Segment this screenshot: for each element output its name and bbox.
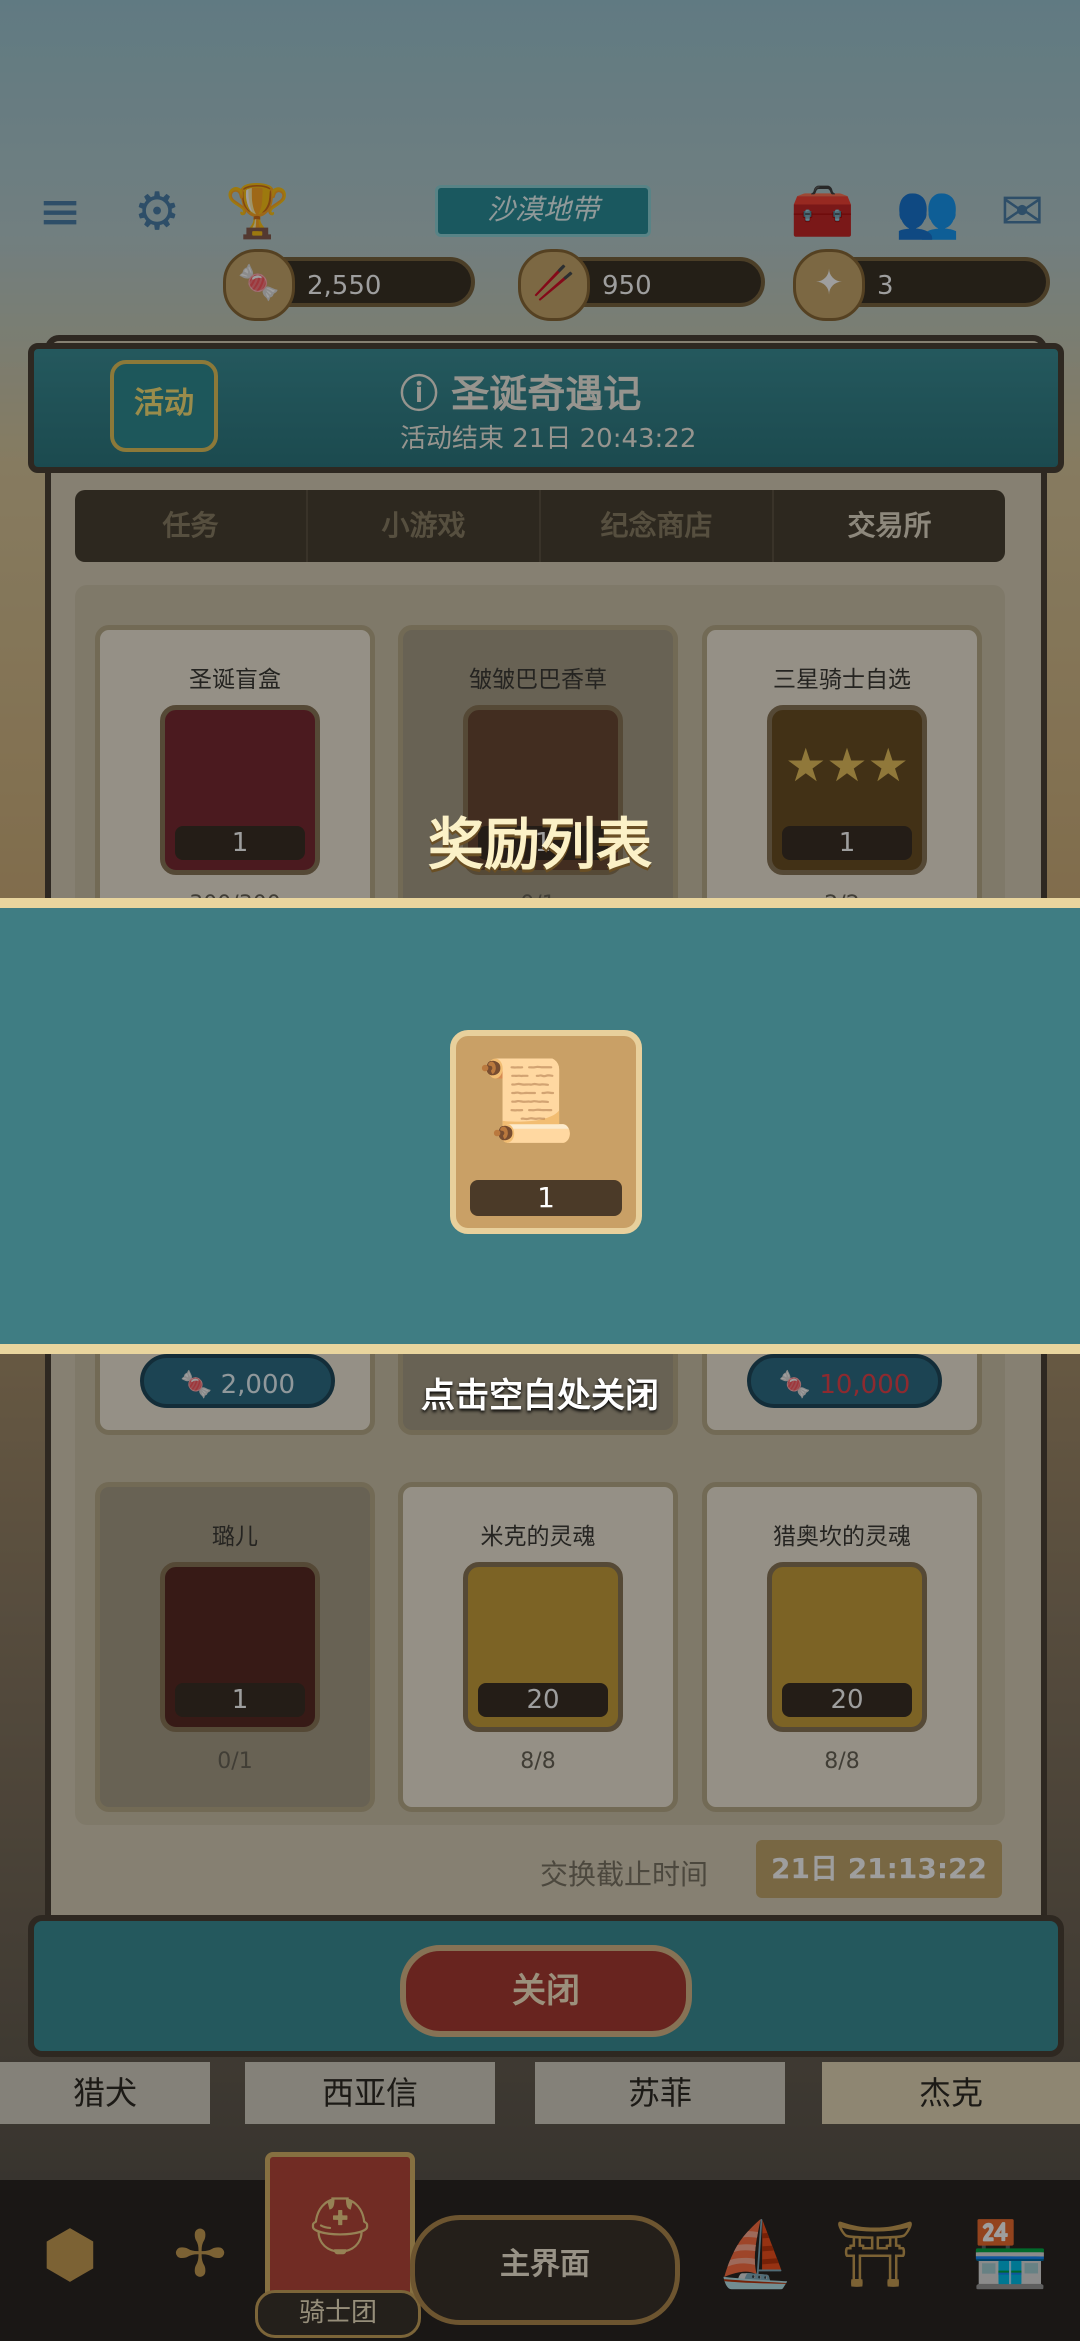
reward-qty: 1 xyxy=(470,1180,622,1216)
close-hint: 点击空白处关闭 xyxy=(421,1376,659,1416)
reward-item[interactable]: 📜 1 xyxy=(450,1030,642,1234)
popup-title: 奖励列表 xyxy=(428,813,652,878)
scroll-map-icon: 📜 xyxy=(476,1054,576,1147)
